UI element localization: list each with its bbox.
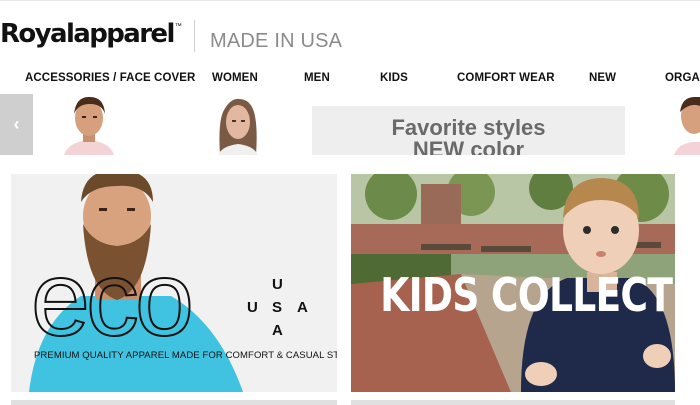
- logo-text: Royalapparel: [0, 19, 175, 49]
- promo-banner[interactable]: Favorite styles NEW color: [312, 106, 625, 155]
- nav-item-women[interactable]: WOMEN: [212, 72, 258, 84]
- site-logo[interactable]: Royalapparel ™: [0, 14, 182, 54]
- usa-letter-u-left: U: [247, 299, 258, 316]
- nav-item-kids[interactable]: KIDS: [380, 72, 408, 84]
- usa-letter-a-right: A: [297, 299, 308, 316]
- usa-letter-s-center: S: [272, 299, 283, 316]
- product-carousel: ‹ Favorite styles NEW color: [0, 94, 700, 155]
- nav-item-men[interactable]: MEN: [304, 72, 330, 84]
- nav-item-organic[interactable]: ORGANIC: [665, 72, 700, 84]
- next-row-tile-left: [11, 400, 337, 405]
- top-border: [0, 0, 700, 1]
- usa-letter-a-bottom: A: [272, 322, 283, 339]
- promo-line-2: NEW color: [412, 137, 525, 155]
- next-row-tile-right: [351, 400, 675, 405]
- eco-subtitle: PREMIUM QUALITY APPAREL MADE FOR COMFORT…: [34, 350, 337, 361]
- nav-item-comfort-wear[interactable]: COMFORT WEAR: [457, 72, 555, 84]
- usa-letter-u-top: U: [272, 276, 283, 293]
- eco-usa-tile[interactable]: eco U U S A A PREMIUM QUALITY APPAREL MA…: [11, 174, 337, 392]
- chevron-left-icon: ‹: [13, 114, 20, 134]
- product-thumb-woman[interactable]: [208, 94, 268, 155]
- carousel-prev-button[interactable]: ‹: [0, 94, 33, 155]
- product-thumb-man-partial[interactable]: [674, 94, 700, 155]
- product-thumb-man[interactable]: [58, 94, 120, 155]
- kids-collection-title: KIDS COLLECTION: [380, 268, 675, 322]
- nav-item-new[interactable]: NEW: [589, 72, 616, 84]
- nav-item-accessories[interactable]: ACCESSORIES / FACE COVER: [25, 72, 195, 84]
- eco-word: eco: [30, 240, 195, 358]
- main-nav: ACCESSORIES / FACE COVER WOMEN MEN KIDS …: [0, 72, 700, 90]
- made-in-usa-tagline: MADE IN USA: [210, 30, 343, 52]
- header-divider: [194, 20, 195, 52]
- logo-trademark: ™: [174, 22, 182, 30]
- kids-collection-tile[interactable]: KIDS COLLECTION: [351, 174, 675, 392]
